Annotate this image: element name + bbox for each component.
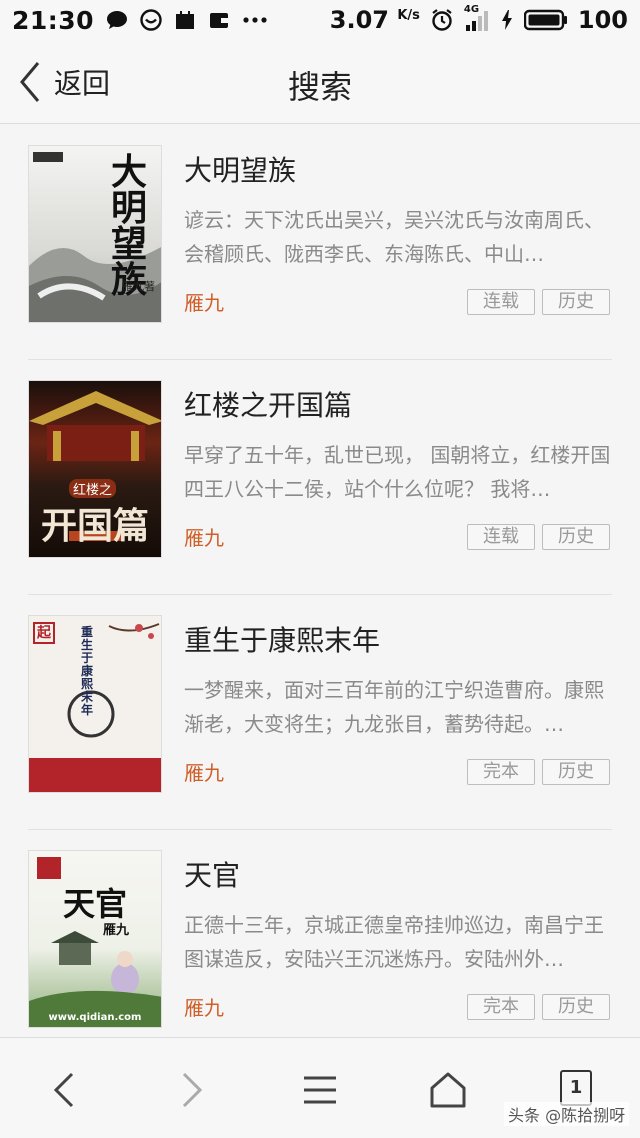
back-button[interactable]: 返回 [18, 58, 110, 106]
history-tag[interactable]: 历史 [542, 524, 610, 550]
list-item[interactable]: 起 重生于康熙末年 重生于康熙末年 一梦醒来，面对三百年前的江宁织造曹府。康熙渐… [0, 595, 640, 830]
book-title[interactable]: 大明望族 [184, 149, 296, 189]
book-description: 一梦醒来，面对三百年前的江宁织造曹府。康熙渐老，大变将生；九龙张目，蓄势待起。… [184, 678, 604, 736]
status-bar: 21:30 3.07 K/s 4G 100 [0, 0, 640, 40]
status-time: 21:30 [12, 5, 95, 35]
book-author[interactable]: 雁九 [184, 287, 224, 316]
cover-url: www.qidian.com [48, 1012, 142, 1023]
chevron-left-icon [53, 1072, 74, 1108]
cover-title: 开国篇 [40, 505, 149, 547]
back-label: 返回 [54, 67, 111, 100]
book-cover[interactable]: 天官 雁九 www.qidian.com [28, 850, 162, 1028]
nav-bar: 返回 搜索 [0, 40, 640, 124]
book-description: 正德十三年，京城正德皇帝挂帅巡边，南昌宁王图谋造反，安陆兴王沉迷炼丹。安陆州外… [184, 913, 604, 971]
browser-forward-button[interactable] [168, 1066, 216, 1114]
cover-title: 重生于康熙末年 [81, 625, 94, 717]
network-speed: 3.07 K/s [329, 6, 420, 34]
cover-author: 雁九著 [122, 280, 155, 293]
cover-author: 雁九 [103, 923, 130, 938]
cover-badge: 起 [33, 622, 55, 644]
history-tag[interactable]: 历史 [542, 759, 610, 785]
home-button[interactable] [424, 1066, 472, 1114]
watermark: 头条 @陈拾捌呀 [504, 1102, 630, 1126]
book-author[interactable]: 雁九 [184, 992, 224, 1021]
status-tag[interactable]: 连载 [467, 524, 535, 550]
tabs-button[interactable]: 1 [560, 1070, 592, 1106]
book-cover[interactable]: 起 重生于康熙末年 [28, 615, 162, 793]
list-item[interactable]: 大明望族 雁九著 大明望族 谚云：天下沈氏出吴兴，吴兴沈氏与汝南周氏、会稽顾氏、… [0, 125, 640, 360]
chevron-right-icon [182, 1072, 203, 1108]
history-tag[interactable]: 历史 [542, 994, 610, 1020]
message-icon [107, 11, 128, 29]
browser-back-button[interactable] [40, 1066, 88, 1114]
book-author[interactable]: 雁九 [184, 522, 224, 551]
menu-icon [304, 1076, 336, 1104]
search-results-list: 大明望族 雁九著 大明望族 谚云：天下沈氏出吴兴，吴兴沈氏与汝南周氏、会稽顾氏、… [0, 125, 640, 1037]
list-item[interactable]: 天官 雁九 www.qidian.com 天官 正德十三年，京城正德皇帝挂帅巡边… [0, 830, 640, 1037]
history-tag[interactable]: 历史 [542, 289, 610, 315]
book-description: 早穿了五十年，乱世已现， 国朝将立，红楼开国四王八公十二侯，站个什么位呢？ 我将… [184, 443, 611, 501]
book-title[interactable]: 红楼之开国篇 [184, 384, 352, 424]
wallet-icon [210, 13, 229, 28]
battery-level: 100 [577, 6, 628, 34]
status-tag[interactable]: 完本 [467, 759, 535, 785]
cover-subtitle: 红楼之 [69, 479, 117, 498]
book-author[interactable]: 雁九 [184, 757, 224, 786]
cover-title: 大明望族 [110, 151, 147, 301]
status-tag[interactable]: 完本 [467, 994, 535, 1020]
cover-art-pavilion [29, 857, 161, 1027]
chevron-left-icon [20, 62, 40, 102]
book-description: 谚云：天下沈氏出吴兴，吴兴沈氏与汝南周氏、会稽顾氏、陇西李氏、东海陈氏、中山… [184, 208, 604, 266]
book-title[interactable]: 重生于康熙末年 [184, 619, 380, 659]
charging-icon [501, 10, 512, 30]
battery-icon [523, 9, 567, 31]
calendar-icon [176, 11, 195, 29]
book-cover[interactable]: 红楼之 开国篇 [28, 380, 162, 558]
alarm-icon [432, 9, 452, 31]
menu-button[interactable] [296, 1066, 344, 1114]
book-title[interactable]: 天官 [184, 854, 240, 894]
list-item[interactable]: 红楼之 开国篇 红楼之开国篇 早穿了五十年，乱世已现， 国朝将立，红楼开国四王八… [0, 360, 640, 595]
signal-indicator: 4G [464, 4, 490, 32]
book-cover[interactable]: 大明望族 雁九著 [28, 145, 162, 323]
app-notification-icon [140, 9, 162, 31]
home-icon [430, 1072, 466, 1108]
more-icon [243, 17, 267, 23]
status-tag[interactable]: 连载 [467, 289, 535, 315]
